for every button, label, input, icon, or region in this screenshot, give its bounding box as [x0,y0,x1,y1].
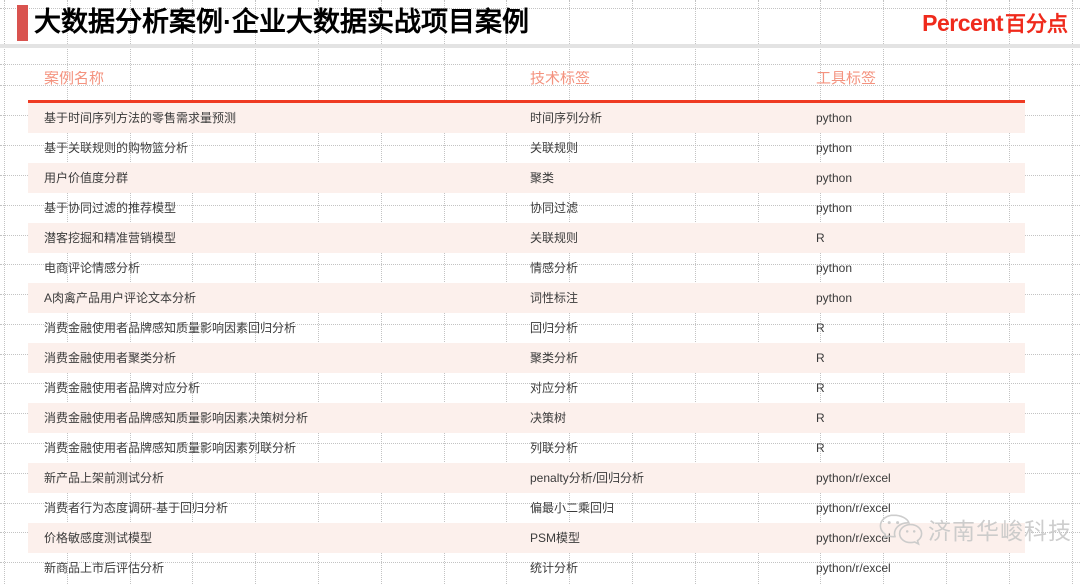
table-row: 消费金融使用者品牌感知质量影响因素回归分析 回归分析 R [28,313,1025,343]
case-name-cell: 消费金融使用者品牌感知质量影响因素决策树分析 [44,411,309,425]
tool-tag-cell: R [816,441,825,455]
tech-tag-cell: 回归分析 [530,321,579,335]
brand-logo-cn: 百分点 [1005,13,1068,36]
tool-tag-cell: python/r/excel [816,531,891,545]
tool-tag-cell: python/r/excel [816,501,891,515]
tool-tag-cell: R [816,381,825,395]
tool-tag-cell: python [816,111,853,125]
tool-tag-cell: R [816,231,825,245]
case-name-cell: 潜客挖掘和精准营销模型 [44,231,177,245]
tool-tag-cell: python [816,171,853,185]
tech-tag-cell: penalty分析/回归分析 [530,471,645,485]
slide-header: 大数据分析案例·企业大数据实战项目案例 Percent 百分点 [0,0,1080,46]
case-name-cell: 用户价值度分群 [44,171,129,185]
tool-tag-cell: python [816,291,853,305]
case-name-cell: 消费金融使用者品牌对应分析 [44,381,201,395]
case-name-cell: 新商品上市后评估分析 [44,561,165,575]
tech-tag-cell: 情感分析 [530,261,579,275]
case-name-cell: 消费者行为态度调研-基于回归分析 [44,501,228,515]
tech-tag-cell: 聚类分析 [530,351,579,365]
brand-logo: Percent 百分点 [922,8,1068,38]
table-body: 基于时间序列方法的零售需求量预测 时间序列分析 python 基于关联规则的购物篮分析… [28,103,1025,583]
table-row: 新商品上市后评估分析 统计分析 python/r/excel [28,553,1025,583]
slide-canvas: 大数据分析案例·企业大数据实战项目案例 Percent 百分点 案例名称 技术标… [0,0,1080,584]
grid-vline-0 [4,0,5,584]
table-row: 消费金融使用者品牌感知质量影响因素决策树分析 决策树 R [28,403,1025,433]
tech-tag-cell: 对应分析 [530,381,579,395]
table-row: 消费者行为态度调研-基于回归分析 偏最小二乘回归 python/r/excel [28,493,1025,523]
tech-tag-cell: 聚类 [530,171,555,185]
case-name-cell: 消费金融使用者品牌感知质量影响因素列联分析 [44,441,297,455]
tech-tag-cell: PSM模型 [530,531,581,545]
header-divider [0,44,1080,48]
column-header-tool-tag: 工具标签 [816,71,877,87]
case-name-cell: 电商评论情感分析 [44,261,141,275]
table-row: 基于关联规则的购物篮分析 关联规则 python [28,133,1025,163]
grid-vline-17 [1072,0,1073,584]
tech-tag-cell: 词性标注 [530,291,579,305]
page-title: 大数据分析案例·企业大数据实战项目案例 [34,7,529,37]
tool-tag-cell: python [816,141,853,155]
table-row: 用户价值度分群 聚类 python [28,163,1025,193]
tool-tag-cell: R [816,411,825,425]
table-row: 基于协同过滤的推荐模型 协同过滤 python [28,193,1025,223]
case-name-cell: 基于协同过滤的推荐模型 [44,201,177,215]
brand-logo-en: Percent [922,10,1003,36]
tech-tag-cell: 关联规则 [530,231,579,245]
case-name-cell: 基于时间序列方法的零售需求量预测 [44,111,237,125]
tech-tag-cell: 关联规则 [530,141,579,155]
case-name-cell: 基于关联规则的购物篮分析 [44,141,189,155]
table-row: A肉禽产品用户评论文本分析 词性标注 python [28,283,1025,313]
tool-tag-cell: R [816,321,825,335]
tool-tag-cell: python [816,261,853,275]
table-row: 新产品上架前测试分析 penalty分析/回归分析 python/r/excel [28,463,1025,493]
tech-tag-cell: 统计分析 [530,561,579,575]
table-row: 消费金融使用者聚类分析 聚类分析 R [28,343,1025,373]
tech-tag-cell: 时间序列分析 [530,111,603,125]
case-name-cell: A肉禽产品用户评论文本分析 [44,291,197,305]
tool-tag-cell: python [816,201,853,215]
table-header-row: 案例名称 技术标签 工具标签 [28,58,1025,100]
case-name-cell: 消费金融使用者品牌感知质量影响因素回归分析 [44,321,297,335]
table-row: 电商评论情感分析 情感分析 python [28,253,1025,283]
tech-tag-cell: 协同过滤 [530,201,579,215]
case-name-cell: 价格敏感度测试模型 [44,531,153,545]
table-row: 潜客挖掘和精准营销模型 关联规则 R [28,223,1025,253]
tool-tag-cell: R [816,351,825,365]
table-row: 价格敏感度测试模型 PSM模型 python/r/excel [28,523,1025,553]
tool-tag-cell: python/r/excel [816,471,891,485]
tech-tag-cell: 偏最小二乘回归 [530,501,615,515]
tool-tag-cell: python/r/excel [816,561,891,575]
case-table: 案例名称 技术标签 工具标签 基于时间序列方法的零售需求量预测 时间序列分析 pyt… [28,58,1025,583]
column-header-tech-tag: 技术标签 [530,71,591,87]
title-accent-bar [17,5,28,41]
tech-tag-cell: 列联分析 [530,441,579,455]
case-name-cell: 新产品上架前测试分析 [44,471,165,485]
table-row: 消费金融使用者品牌感知质量影响因素列联分析 列联分析 R [28,433,1025,463]
table-row: 基于时间序列方法的零售需求量预测 时间序列分析 python [28,103,1025,133]
table-row: 消费金融使用者品牌对应分析 对应分析 R [28,373,1025,403]
column-header-case-name: 案例名称 [44,71,105,87]
tech-tag-cell: 决策树 [530,411,567,425]
case-name-cell: 消费金融使用者聚类分析 [44,351,177,365]
